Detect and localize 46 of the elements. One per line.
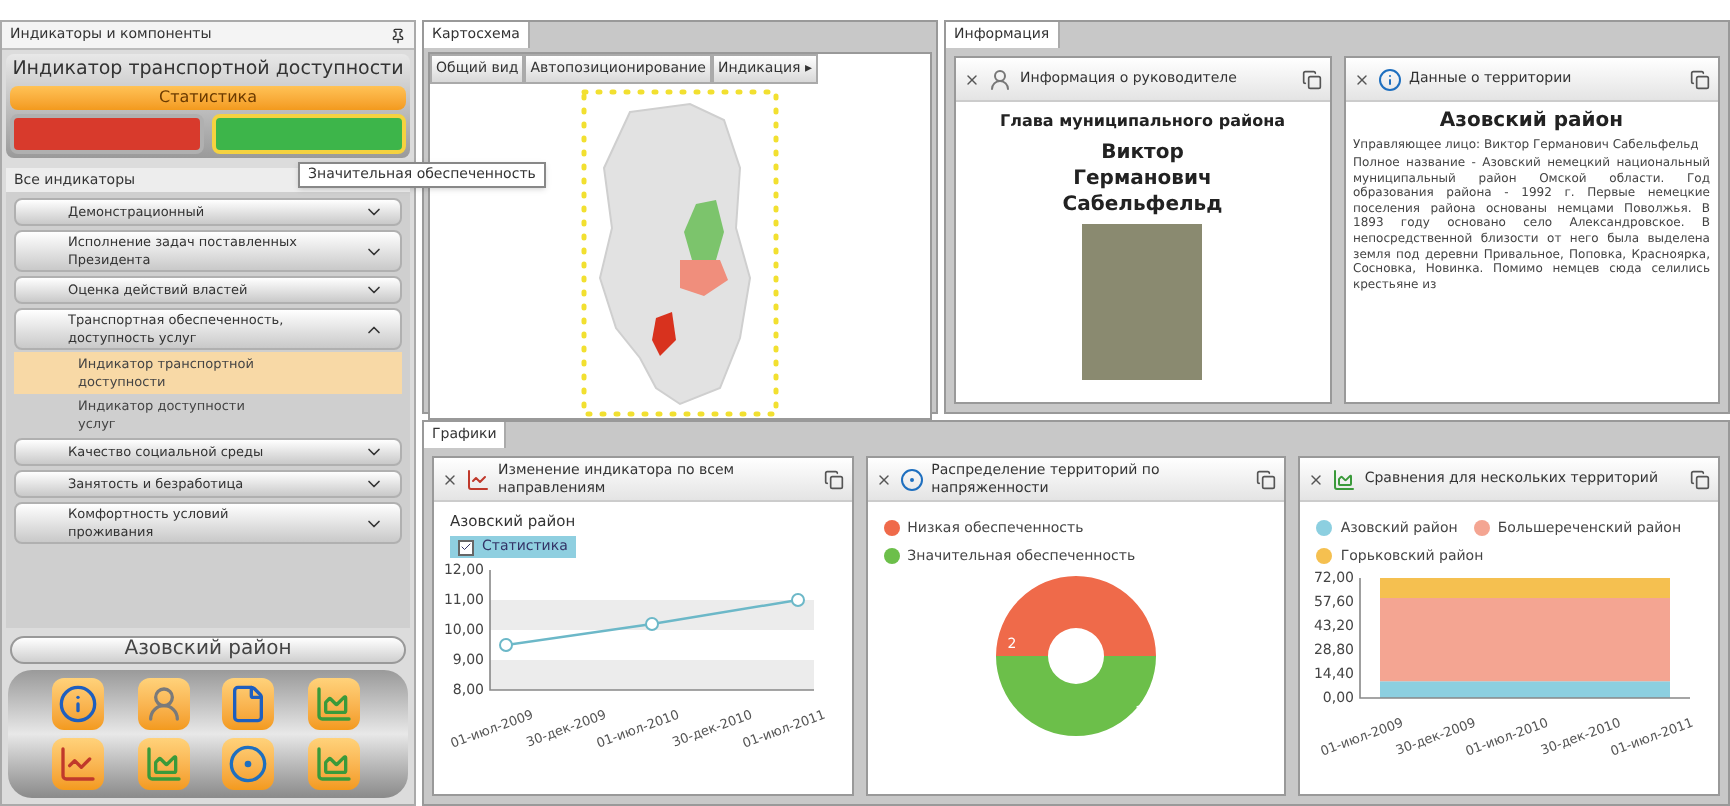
close-icon[interactable] (875, 471, 892, 487)
area-chart-icon (313, 744, 353, 784)
legend-swatch (1316, 520, 1333, 537)
role-text: Глава муниципального района (999, 110, 1285, 134)
line-chart-icon (58, 744, 98, 784)
legend-swatch (883, 547, 900, 564)
legend-swatch (1473, 520, 1490, 537)
info-icon (1377, 67, 1401, 91)
close-icon[interactable] (442, 471, 458, 487)
area-chart-icon (1332, 467, 1357, 491)
donut-icon (228, 744, 268, 784)
restore-icon[interactable] (1690, 469, 1711, 489)
person-name: Виктор Германович Сабельфельд (1060, 140, 1225, 218)
data-point (499, 638, 513, 653)
legend-swatch (1316, 547, 1333, 564)
district-button[interactable]: Азовский район (10, 636, 406, 664)
document-icon (228, 684, 268, 724)
restore-icon[interactable] (1301, 69, 1321, 89)
data-point (791, 593, 805, 608)
pin-icon[interactable] (390, 27, 406, 43)
restore-icon[interactable] (1690, 69, 1710, 89)
mode-button[interactable]: Статистика (10, 86, 406, 110)
indicator-title: Индикатор транспортной доступности (10, 58, 406, 82)
close-icon[interactable] (1308, 471, 1325, 487)
tool-button[interactable] (222, 678, 274, 730)
info-icon (58, 684, 98, 724)
tool-button[interactable] (222, 738, 274, 790)
area-chart-icon (313, 684, 353, 724)
close-icon[interactable] (964, 71, 980, 87)
tool-button[interactable] (52, 678, 104, 730)
line-chart-icon (466, 467, 490, 491)
restore-icon[interactable] (823, 469, 844, 489)
tool-button[interactable] (137, 738, 189, 790)
tool-button[interactable] (137, 678, 189, 730)
restore-icon[interactable] (1256, 469, 1277, 489)
tool-button[interactable] (307, 738, 359, 790)
tool-button[interactable] (307, 678, 359, 730)
data-point (645, 617, 659, 632)
legend-swatch (883, 520, 900, 537)
person-icon (143, 684, 183, 724)
territory-heading: Азовский район (1437, 108, 1626, 136)
close-icon[interactable] (1353, 71, 1369, 87)
area-chart-icon (143, 744, 183, 784)
donut-icon (899, 467, 924, 491)
tool-button[interactable] (52, 738, 104, 790)
person-icon (988, 67, 1012, 91)
